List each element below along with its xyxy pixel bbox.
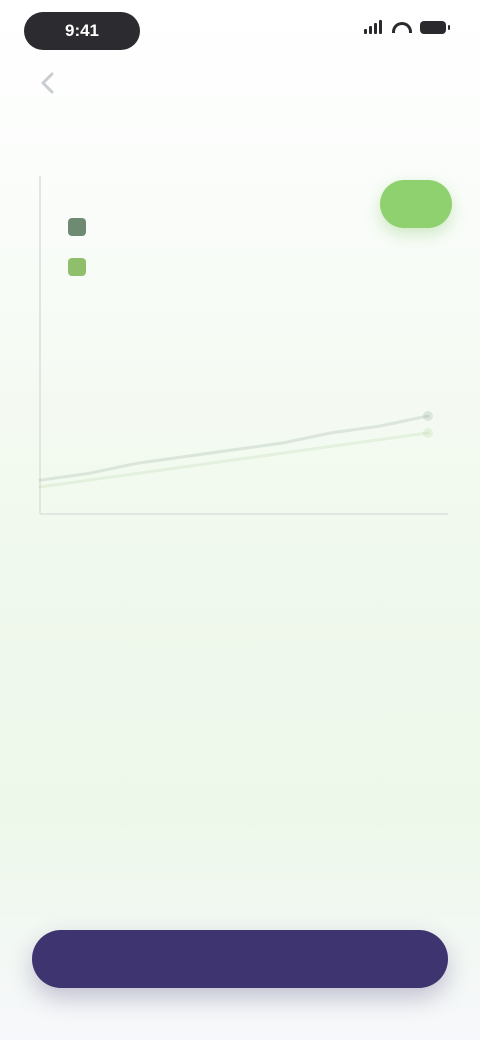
signal-icon bbox=[364, 20, 384, 34]
legend-swatch-series-1 bbox=[68, 218, 86, 236]
legend-item-series-2 bbox=[68, 256, 186, 278]
status-bar: 9:41 bbox=[0, 0, 480, 64]
legend-swatch-series-2 bbox=[68, 258, 86, 276]
series-line-2 bbox=[38, 431, 430, 489]
continue-button[interactable] bbox=[32, 930, 448, 988]
series-1-point-8 bbox=[423, 410, 433, 421]
legend-item-series-1 bbox=[68, 216, 186, 238]
chevron-left-icon bbox=[41, 72, 54, 94]
growth-chart bbox=[24, 146, 456, 530]
series-line-1 bbox=[38, 414, 430, 482]
status-icons bbox=[364, 20, 450, 34]
back-button[interactable] bbox=[32, 68, 62, 98]
status-time-pill: 9:41 bbox=[24, 12, 140, 50]
series-2-point-8 bbox=[423, 427, 433, 438]
wifi-icon bbox=[392, 21, 412, 33]
battery-icon bbox=[420, 20, 450, 34]
status-time: 9:41 bbox=[64, 21, 100, 40]
series-layer bbox=[38, 410, 433, 489]
chart-badge bbox=[380, 180, 452, 228]
chart-legend bbox=[68, 216, 186, 296]
